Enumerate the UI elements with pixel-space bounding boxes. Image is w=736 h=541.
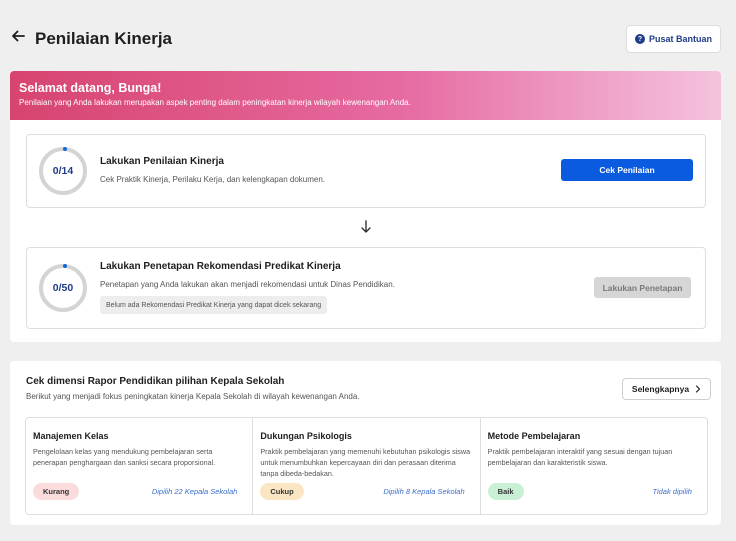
dimension-title: Manajemen Kelas [33, 431, 109, 441]
step-title: Lakukan Penetapan Rekomendasi Predikat K… [100, 261, 341, 272]
status-badge: Cukup [260, 483, 304, 500]
progress-count: 0/50 [52, 282, 74, 294]
help-center-label: Pusat Bantuan [648, 34, 712, 44]
dimension-description: Pengelolaan kelas yang mendukung pembela… [33, 447, 216, 467]
dimension-card-classroom-management[interactable]: Manajemen Kelas Pengelolaan kelas yang m… [26, 418, 252, 514]
dimension-card-learning-method[interactable]: Metode Pembelajaran Praktik pembelajaran… [479, 418, 707, 514]
dimension-grid: Manajemen Kelas Pengelolaan kelas yang m… [25, 417, 708, 515]
welcome-banner: Selamat datang, Bunga! Penilaian yang An… [10, 71, 721, 120]
step-recommendation-setting: 0/50 Lakukan Penetapan Rekomendasi Predi… [26, 247, 706, 329]
dimension-description: Praktik pembelajaran yang memenuhi kebut… [260, 447, 471, 478]
dimension-title: Dukungan Psikologis [260, 431, 352, 441]
back-arrow-icon[interactable] [10, 28, 26, 44]
section-title: Cek dimensi Rapor Pendidikan pilihan Kep… [26, 376, 285, 387]
progress-indicator-dot [63, 147, 67, 151]
dimension-description: Praktik pembelajaran interaktif yang ses… [487, 447, 673, 467]
dimension-title: Metode Pembelajaran [487, 431, 581, 441]
chosen-count: Dipilih 8 Kepala Sekolah [383, 487, 465, 496]
welcome-greeting: Selamat datang, Bunga! [19, 81, 162, 95]
progress-ring: 0/14 [39, 147, 87, 195]
step-description: Penetapan yang Anda lakukan akan menjadi… [100, 280, 395, 289]
chevron-right-icon [695, 385, 701, 393]
chosen-count: Tidak dipilih [652, 487, 692, 496]
see-more-button[interactable]: Selengkapnya [622, 378, 711, 400]
chosen-count: Dipilih 22 Kepala Sekolah [151, 487, 238, 496]
step-title: Lakukan Penilaian Kinerja [100, 156, 224, 167]
step-performance-assessment: 0/14 Lakukan Penilaian Kinerja Cek Prakt… [26, 134, 706, 208]
welcome-subtitle: Penilaian yang Anda lakukan merupakan as… [19, 98, 411, 107]
arrow-down-icon [361, 220, 371, 233]
see-more-label: Selengkapnya [631, 384, 690, 394]
progress-count: 0/14 [52, 165, 74, 177]
performance-assessment-card: Selamat datang, Bunga! Penilaian yang An… [10, 71, 721, 342]
progress-ring: 0/50 [39, 264, 87, 312]
question-circle-icon: ? [634, 34, 645, 44]
education-report-dimensions-card: Cek dimensi Rapor Pendidikan pilihan Kep… [10, 361, 721, 525]
page-title: Penilaian Kinerja [35, 29, 172, 48]
section-subtitle: Berikut yang menjadi fokus peningkatan k… [26, 392, 360, 401]
top-bar: Penilaian Kinerja ? Pusat Bantuan [0, 0, 736, 60]
check-assessment-button[interactable]: Cek Penilaian [561, 159, 693, 181]
step-description: Cek Praktik Kinerja, Perilaku Kerja, dan… [100, 175, 326, 184]
status-badge: Baik [487, 483, 524, 500]
set-recommendation-button[interactable]: Lakukan Penetapan [594, 277, 691, 298]
help-center-button[interactable]: ? Pusat Bantuan [626, 25, 721, 53]
info-note: Belum ada Rekomendasi Predikat Kinerja y… [100, 296, 328, 314]
progress-indicator-dot [63, 264, 67, 268]
status-badge: Kurang [33, 483, 80, 500]
dimension-card-psychological-support[interactable]: Dukungan Psikologis Praktik pembelajaran… [252, 418, 479, 514]
